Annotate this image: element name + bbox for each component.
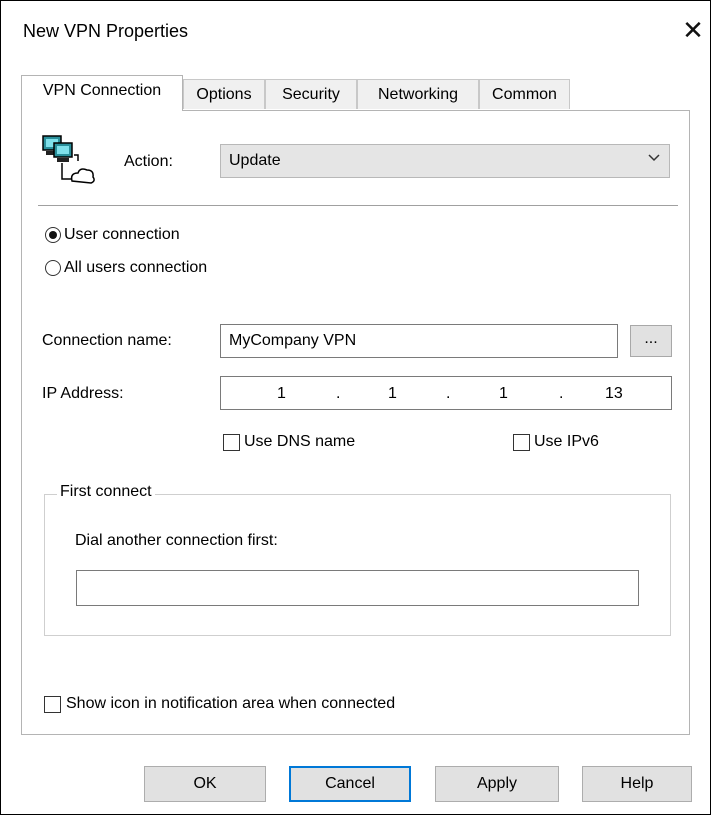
use-dns-name-label[interactable]: Use DNS name: [244, 433, 355, 451]
title-bar[interactable]: New VPN Properties ✕: [1, 1, 710, 65]
connection-name-value: MyCompany VPN: [229, 332, 357, 349]
dial-another-connection-input[interactable]: [76, 570, 639, 606]
dialog-title: New VPN Properties: [23, 21, 189, 41]
close-icon[interactable]: ✕: [678, 13, 708, 47]
vpn-network-icon: [42, 135, 95, 184]
ip-octet-2: 1: [388, 385, 397, 402]
ip-address-input[interactable]: 1 . 1 . 1 . 13: [220, 376, 672, 410]
action-selected-value: Update: [229, 152, 281, 169]
use-ipv6-label[interactable]: Use IPv6: [534, 433, 599, 451]
tab-common[interactable]: Common: [479, 79, 570, 109]
all-users-connection-radio[interactable]: [45, 260, 61, 276]
first-connect-group: [44, 494, 671, 636]
ip-dot: .: [559, 385, 564, 402]
ip-octet-3: 1: [499, 385, 508, 402]
ip-dot: .: [446, 385, 451, 402]
apply-button[interactable]: Apply: [435, 766, 559, 802]
vpn-connection-panel: Action: Update User connection All users…: [21, 110, 690, 735]
tab-security[interactable]: Security: [265, 79, 357, 109]
chevron-down-icon: [648, 154, 660, 162]
user-connection-label[interactable]: User connection: [64, 226, 180, 244]
all-users-connection-label[interactable]: All users connection: [64, 259, 207, 277]
connection-name-input[interactable]: MyCompany VPN: [220, 324, 618, 358]
properties-dialog: New VPN Properties ✕ VPN Connection Opti…: [0, 0, 711, 815]
first-connect-title: First connect: [57, 483, 155, 501]
user-connection-radio[interactable]: [45, 227, 61, 243]
ip-dot: .: [336, 385, 341, 402]
show-icon-checkbox[interactable]: [44, 696, 61, 713]
tab-vpn-connection[interactable]: VPN Connection: [21, 75, 183, 111]
radio-selected-dot: [49, 231, 57, 239]
help-button[interactable]: Help: [582, 766, 692, 802]
show-icon-label[interactable]: Show icon in notification area when conn…: [66, 695, 395, 713]
tab-options[interactable]: Options: [183, 79, 265, 109]
ok-button[interactable]: OK: [144, 766, 266, 802]
connection-name-label: Connection name:: [42, 332, 172, 349]
action-dropdown[interactable]: Update: [220, 144, 670, 178]
use-dns-name-checkbox[interactable]: [223, 434, 240, 451]
ip-address-label: IP Address:: [42, 385, 124, 402]
use-ipv6-checkbox[interactable]: [513, 434, 530, 451]
ip-octet-4: 13: [605, 385, 623, 402]
cancel-button[interactable]: Cancel: [289, 766, 411, 802]
browse-button[interactable]: ...: [630, 325, 672, 357]
dial-another-connection-label: Dial another connection first:: [75, 532, 278, 549]
tab-networking[interactable]: Networking: [357, 79, 479, 109]
ip-octet-1: 1: [277, 385, 286, 402]
action-label: Action:: [124, 153, 173, 170]
separator: [38, 205, 678, 206]
